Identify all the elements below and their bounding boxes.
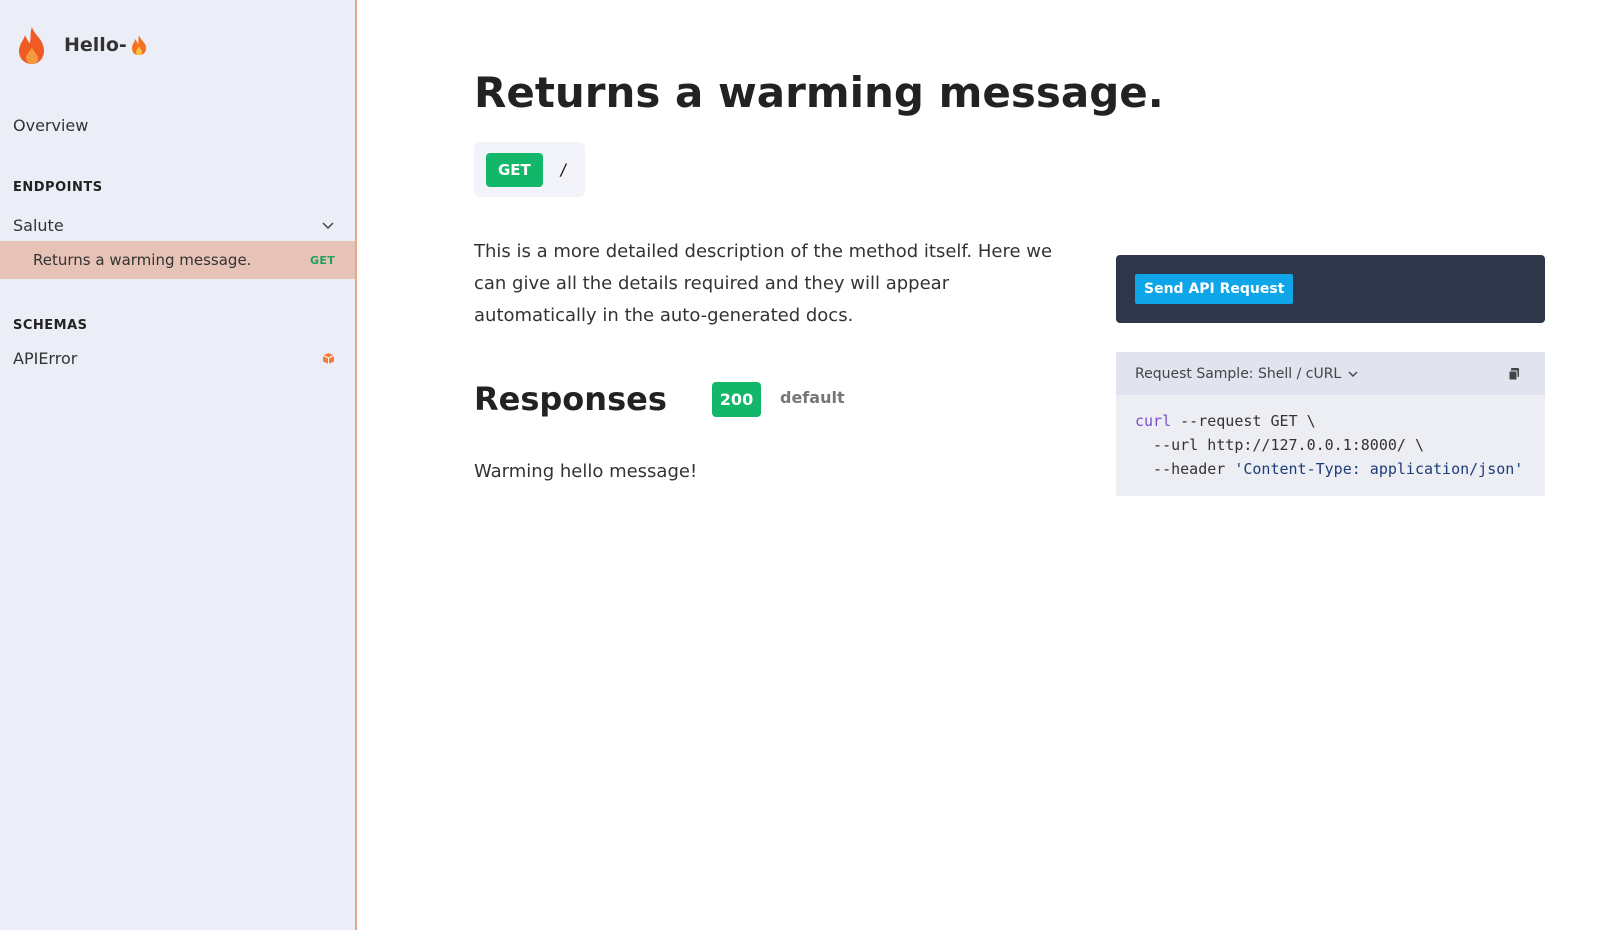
sidebar-item-label: Returns a warming message. [33, 251, 252, 269]
sidebar-item-label: Overview [13, 115, 89, 135]
section-heading-schemas: SCHEMAS [13, 318, 88, 333]
send-request-panel: Send API Request [1116, 255, 1545, 323]
code-line-1: --request GET \ [1171, 412, 1316, 430]
method-badge-get: GET [486, 152, 543, 187]
code-line-3-string: 'Content-Type: application/json' [1234, 460, 1524, 478]
sidebar: Hello- Overview ENDPOINTS Salute Returns… [0, 0, 357, 930]
copy-icon[interactable] [1507, 367, 1521, 381]
section-heading-endpoints: ENDPOINTS [13, 180, 103, 195]
responses-heading: Responses [474, 380, 667, 418]
response-description: Warming hello message! [474, 461, 698, 482]
sidebar-item-overview[interactable]: Overview [0, 106, 355, 144]
sidebar-item-returns-warming-message[interactable]: Returns a warming message. GET [0, 241, 355, 279]
flame-emoji-icon [131, 35, 146, 55]
endpoint-path-text: / [558, 160, 569, 179]
endpoint-description: This is a more detailed description of t… [474, 241, 1053, 326]
response-code-tab-200[interactable]: 200 [712, 382, 761, 417]
code-line-3-flag: --header [1135, 460, 1235, 478]
response-tab-default[interactable]: default [780, 388, 845, 407]
request-sample-header: Request Sample: Shell / cURL [1116, 352, 1545, 395]
request-sample-language-select[interactable]: Request Sample: Shell / cURL [1135, 366, 1359, 382]
request-sample-panel: Request Sample: Shell / cURL curl --requ… [1116, 352, 1545, 496]
chevron-down-icon [322, 222, 334, 230]
code-sample: curl --request GET \ --url http://127.0.… [1116, 395, 1545, 481]
method-badge: GET [310, 253, 335, 267]
sidebar-item-label: APIError [13, 348, 78, 368]
send-api-request-button[interactable]: Send API Request [1135, 274, 1294, 304]
cube-icon [322, 352, 335, 364]
brand[interactable]: Hello- [14, 24, 149, 66]
code-line-2: --url http://127.0.0.1:8000/ \ [1135, 436, 1424, 454]
endpoint-path: GET / [474, 142, 585, 197]
chevron-down-icon [1348, 371, 1358, 377]
page-title: Returns a warming message. [474, 68, 1164, 117]
app-title: Hello- [64, 34, 149, 56]
code-command: curl [1135, 412, 1172, 430]
sidebar-group-salute[interactable]: Salute [0, 206, 355, 244]
flame-icon [19, 27, 44, 64]
sidebar-item-label: Salute [13, 215, 64, 235]
sidebar-item-apierror[interactable]: APIError [0, 339, 355, 377]
request-sample-label: Request Sample: Shell / cURL [1135, 365, 1342, 382]
